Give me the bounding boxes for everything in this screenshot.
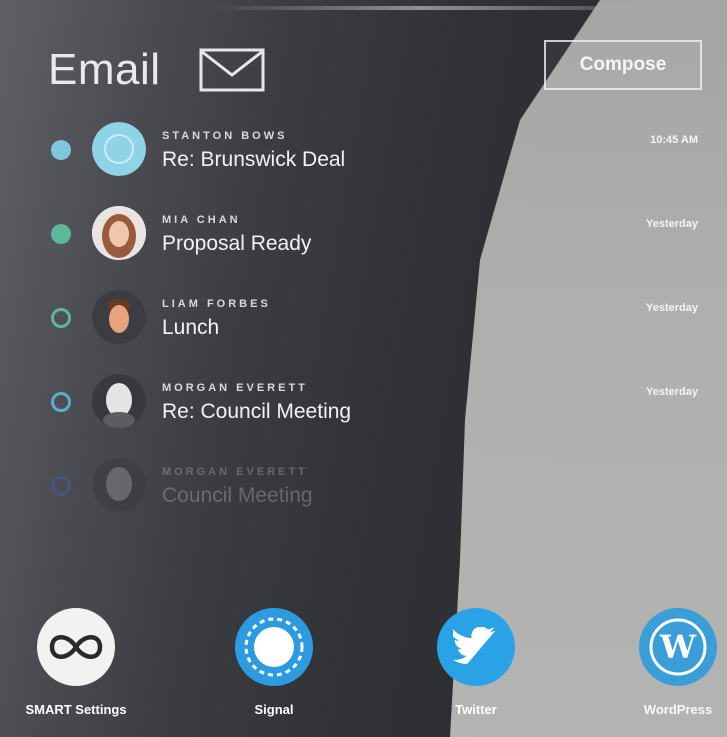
email-subject: Proposal Ready	[162, 232, 312, 255]
app-label: Twitter	[455, 702, 497, 717]
mail-icon	[199, 48, 265, 92]
email-time: Yesterday	[646, 302, 698, 314]
read-dot	[51, 476, 71, 496]
app-smart-settings[interactable]: SMART Settings	[0, 608, 156, 717]
read-dot	[51, 308, 71, 328]
email-subject: Lunch	[162, 316, 220, 339]
email-time: 10:45 AM	[650, 134, 698, 146]
svg-text:W: W	[659, 628, 697, 666]
top-divider	[210, 6, 630, 10]
app-twitter[interactable]: Twitter	[396, 608, 556, 717]
email-row[interactable]: LIAM FORBES Lunch Yesterday	[48, 286, 708, 370]
email-row[interactable]: MIA CHAN Proposal Ready Yesterday	[48, 202, 708, 286]
twitter-icon	[437, 608, 515, 686]
email-header: Email	[48, 42, 265, 98]
infinity-icon	[37, 608, 115, 686]
avatar	[92, 122, 146, 176]
app-label: WordPress	[643, 702, 713, 717]
email-subject: Re: Council Meeting	[162, 400, 352, 423]
compose-button[interactable]: Compose	[544, 40, 702, 90]
email-row[interactable]: MORGAN EVERETT Re: Council Meeting Yeste…	[48, 370, 708, 454]
avatar	[92, 458, 146, 512]
wordpress-icon: W	[639, 608, 717, 686]
avatar	[92, 206, 146, 260]
email-sender: MORGAN EVERETT	[162, 466, 308, 478]
app-label: Signal	[254, 702, 294, 717]
signal-icon	[235, 608, 313, 686]
app-wordpress[interactable]: W WordPress	[598, 608, 727, 717]
email-sender: MORGAN EVERETT	[162, 382, 308, 394]
email-sender: MIA CHAN	[162, 214, 241, 226]
email-time: Yesterday	[646, 386, 698, 398]
app-label: SMART Settings	[25, 702, 127, 717]
email-list: STANTON BOWS Re: Brunswick Deal 10:45 AM…	[48, 118, 708, 538]
email-sender: LIAM FORBES	[162, 298, 271, 310]
email-subject: Council Meeting	[162, 484, 313, 507]
read-dot	[51, 392, 71, 412]
email-subject: Re: Brunswick Deal	[162, 148, 346, 171]
unread-dot	[51, 140, 71, 160]
email-time: Yesterday	[646, 218, 698, 230]
avatar	[92, 290, 146, 344]
email-row[interactable]: STANTON BOWS Re: Brunswick Deal 10:45 AM	[48, 118, 708, 202]
email-sender: STANTON BOWS	[162, 130, 288, 142]
email-row[interactable]: MORGAN EVERETT Council Meeting	[48, 454, 708, 538]
app-dock: SMART Settings Signal Twitter W WordPres…	[0, 608, 727, 737]
unread-dot	[51, 224, 71, 244]
app-signal[interactable]: Signal	[194, 608, 354, 717]
screen: Email Compose STANTON BOWS Re: Brunswick…	[0, 0, 727, 737]
page-title: Email	[48, 45, 161, 94]
avatar	[92, 374, 146, 428]
